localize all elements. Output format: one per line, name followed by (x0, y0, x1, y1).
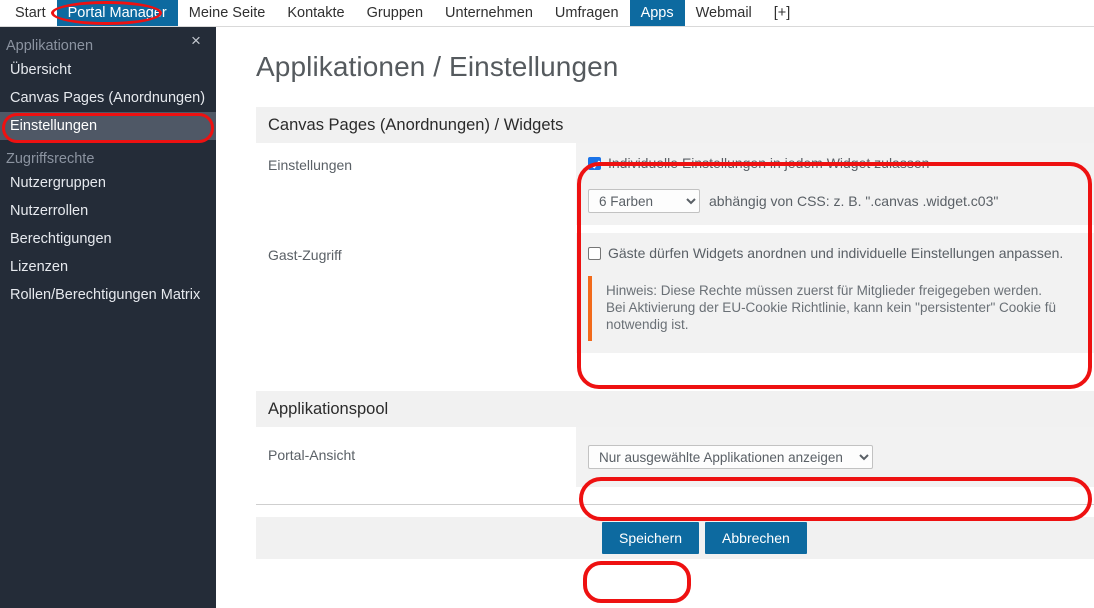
nav-item-start[interactable]: Start (4, 0, 57, 26)
form-label-portal-ansicht: Portal-Ansicht (268, 447, 356, 463)
checkbox-row-gaeste-duerfen[interactable]: Gäste dürfen Widgets anordnen und indivi… (588, 245, 1094, 262)
sidebar-group-zugriffsrechte: Zugriffsrechte (6, 151, 95, 167)
form-label-gast-zugriff: Gast-Zugriff (268, 247, 342, 263)
checkbox-gaeste-duerfen[interactable] (588, 247, 601, 260)
form-row-einstellungen: Einstellungen Individuelle Einstellungen… (256, 143, 1094, 225)
hint-line-1: Hinweis: Diese Rechte müssen zuerst für … (606, 283, 1042, 298)
checkbox-individuelle-einstellungen[interactable] (588, 157, 601, 170)
sidebar-item-einstellungen[interactable]: Einstellungen (0, 112, 216, 140)
nav-item-gruppen[interactable]: Gruppen (356, 0, 434, 26)
nav-item-add-tab[interactable]: [+] (763, 0, 802, 26)
sidebar-item-berechtigungen[interactable]: Berechtigungen (0, 225, 216, 253)
sidebar: × Applikationen Übersicht Canvas Pages (… (0, 27, 216, 608)
checkbox-row-individuelle-einstellungen[interactable]: Individuelle Einstellungen in jedem Widg… (588, 155, 1094, 172)
sidebar-item-canvas-pages[interactable]: Canvas Pages (Anordnungen) (0, 84, 216, 112)
nav-item-apps[interactable]: Apps (629, 0, 685, 26)
save-button[interactable]: Speichern (602, 522, 700, 554)
form-field-einstellungen: Individuelle Einstellungen in jedem Widg… (576, 143, 1094, 225)
sidebar-group-applikationen: Applikationen (6, 38, 94, 54)
portal-ansicht-select[interactable]: Nur ausgewählte Applikationen anzeigen (588, 445, 873, 469)
section-header-canvas-pages: Canvas Pages (Anordnungen) / Widgets (256, 107, 1094, 143)
top-navigation-bar: Start Portal Manager Meine Seite Kontakt… (0, 0, 1094, 27)
sidebar-item-lizenzen[interactable]: Lizenzen (0, 253, 216, 281)
hint-line-3: notwendig ist. (606, 317, 689, 332)
checkbox-label-individuelle-einstellungen: Individuelle Einstellungen in jedem Widg… (608, 155, 930, 171)
sidebar-item-uebersicht[interactable]: Übersicht (0, 56, 216, 84)
nav-item-umfragen[interactable]: Umfragen (544, 0, 630, 26)
footer-divider (256, 504, 1094, 505)
nav-item-webmail[interactable]: Webmail (685, 0, 763, 26)
form-row-gast-zugriff: Gast-Zugriff Gäste dürfen Widgets anordn… (256, 233, 1094, 353)
section-header-applikationspool: Applikationspool (256, 391, 1094, 427)
form-field-portal-ansicht: Nur ausgewählte Applikationen anzeigen (576, 427, 1094, 487)
farben-select-suffix: abhängig von CSS: z. B. ".canvas .widget… (709, 193, 999, 209)
form-footer: Speichern Abbrechen (256, 517, 1094, 559)
page-title: Applikationen / Einstellungen (256, 51, 619, 82)
hint-box-gast-zugriff: Hinweis: Diese Rechte müssen zuerst für … (588, 276, 1094, 341)
sidebar-item-nutzerrollen[interactable]: Nutzerrollen (0, 197, 216, 225)
sidebar-item-nutzergruppen[interactable]: Nutzergruppen (0, 169, 216, 197)
form-label-einstellungen: Einstellungen (268, 157, 353, 173)
main-content: Applikationen / Einstellungen Canvas Pag… (216, 27, 1094, 608)
nav-item-unternehmen[interactable]: Unternehmen (434, 0, 544, 26)
farben-select[interactable]: 6 Farben (588, 189, 700, 213)
checkbox-label-gaeste-duerfen: Gäste dürfen Widgets anordnen und indivi… (608, 245, 1064, 261)
nav-item-portal-manager[interactable]: Portal Manager (56, 0, 178, 26)
close-icon[interactable]: × (186, 31, 206, 51)
form-field-gast-zugriff: Gäste dürfen Widgets anordnen und indivi… (576, 233, 1094, 353)
form-row-portal-ansicht: Portal-Ansicht Nur ausgewählte Applikati… (256, 427, 1094, 487)
nav-item-meine-seite[interactable]: Meine Seite (178, 0, 277, 26)
select-row-farben: 6 Farben abhängig von CSS: z. B. ".canva… (588, 189, 1094, 213)
hint-line-2: Bei Aktivierung der EU-Cookie Richtlinie… (606, 300, 1057, 315)
nav-item-kontakte[interactable]: Kontakte (276, 0, 355, 26)
cancel-button[interactable]: Abbrechen (705, 522, 807, 554)
sidebar-item-rollen-berechtigungen-matrix[interactable]: Rollen/Berechtigungen Matrix (0, 281, 216, 309)
